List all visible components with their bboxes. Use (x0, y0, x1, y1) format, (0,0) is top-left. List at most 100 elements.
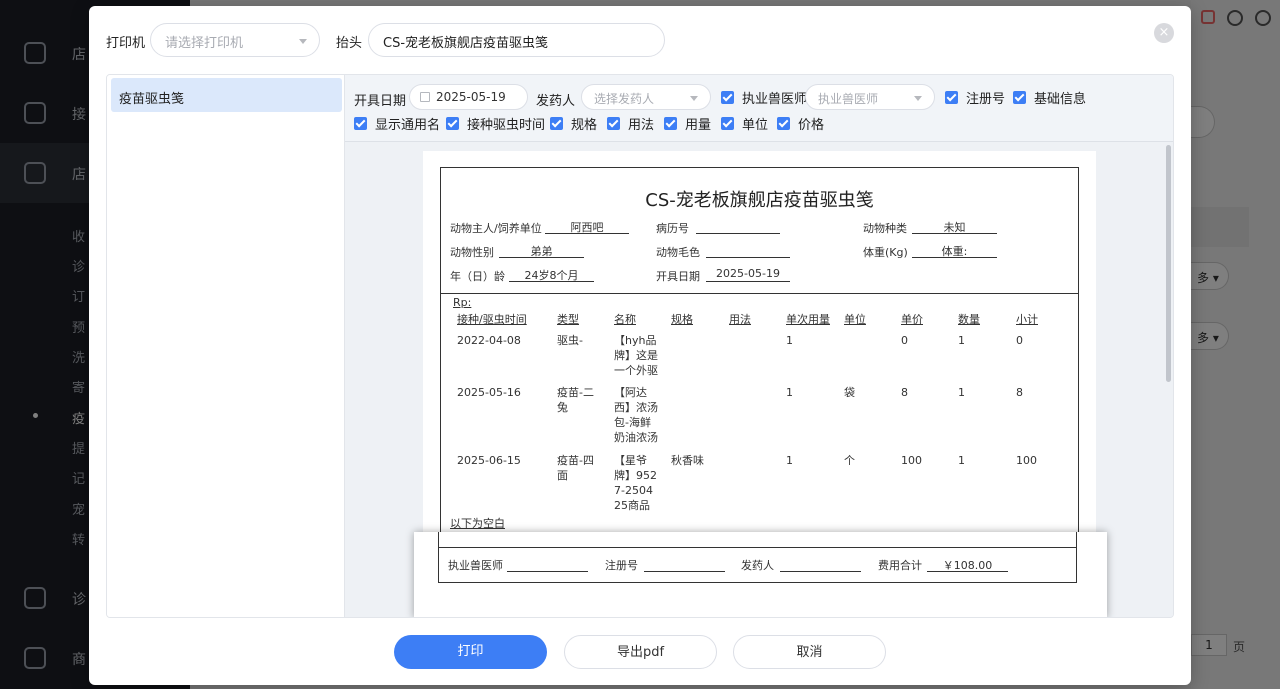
date-label: 开具日期 (656, 270, 700, 283)
footer-vet-label: 执业兽医师 (448, 559, 503, 572)
cell-name: 【星爷 (614, 454, 647, 467)
col-header: 规格 (671, 313, 693, 326)
record-label: 病历号 (656, 222, 689, 235)
basic-info-checkbox[interactable] (1013, 90, 1026, 104)
template-item[interactable]: 疫苗驱虫笺 (111, 78, 342, 112)
print-button[interactable]: 打印 (394, 635, 547, 669)
basic-info-option[interactable]: 基础信息 (1013, 84, 1086, 110)
vacc-time-checkbox[interactable] (446, 116, 459, 130)
reg-no-option-label: 注册号 (966, 91, 1006, 107)
show-generic-option-label: 显示通用名 (375, 117, 441, 133)
dialog-body: 疫苗驱虫笺 开具日期 2025-05-19 发药人 选择发药人 执业兽医师 执业… (106, 74, 1174, 618)
printer-placeholder: 请选择打印机 (165, 36, 244, 51)
usage-checkbox[interactable] (607, 116, 620, 130)
price-option-label: 价格 (798, 117, 825, 133)
col-header: 用法 (729, 313, 751, 326)
header-input[interactable]: CS-宠老板旗舰店疫苗驱虫笺 (368, 23, 665, 57)
usage-option-label: 用法 (628, 117, 655, 133)
footer-total-value: ￥108.00 (927, 557, 1008, 572)
sex-value: 弟弟 (499, 243, 584, 258)
weight-label: 体重(Kg) (863, 246, 908, 259)
spec-option-label: 规格 (571, 117, 598, 133)
cell-name: 牌】这是 (614, 349, 658, 362)
owner-value: 阿西吧 (545, 219, 629, 234)
footer-frame: 执业兽医师 注册号 发药人 费用合计 ￥108.00 (438, 532, 1077, 583)
usage-option[interactable]: 用法 (607, 110, 654, 136)
prescription-title: CS-宠老板旗舰店疫苗驱虫笺 (645, 190, 874, 211)
cell-type: 驱虫- (557, 334, 583, 347)
show-generic-option[interactable]: 显示通用名 (354, 110, 440, 136)
cell-name: 一个外驱 (614, 364, 658, 377)
cell-name: 【hyh品 (614, 334, 657, 347)
record-value (696, 219, 780, 234)
footer-total-label: 费用合计 (878, 559, 922, 572)
cell-name: 奶油浓汤 (614, 431, 658, 444)
unit-option[interactable]: 单位 (721, 110, 768, 136)
cell-name: 西】浓汤 (614, 401, 658, 414)
reg-no-option[interactable]: 注册号 (945, 84, 1005, 110)
col-header: 类型 (557, 313, 579, 326)
cell-time: 2022-04-08 (457, 334, 521, 347)
issue-date-input[interactable]: 2025-05-19 (409, 84, 528, 110)
date-value: 2025-05-19 (706, 267, 790, 282)
dosage-option[interactable]: 用量 (664, 110, 711, 136)
print-dialog: 打印机 请选择打印机 抬头 CS-宠老板旗舰店疫苗驱虫笺 × 疫苗驱虫笺 开具日… (89, 6, 1191, 685)
cell-type: 疫苗-四 (557, 454, 594, 467)
unit-checkbox[interactable] (721, 116, 734, 130)
weight-value: 体重: (912, 243, 997, 258)
species-label: 动物种类 (863, 222, 907, 235)
printer-select[interactable]: 请选择打印机 (150, 23, 320, 57)
cell-unit: 个 (844, 454, 855, 467)
vacc-time-option-label: 接种驱虫时间 (467, 117, 546, 133)
species-value: 未知 (912, 219, 997, 234)
price-option[interactable]: 价格 (777, 110, 824, 136)
spec-checkbox[interactable] (550, 116, 563, 130)
print-preview[interactable]: CS-宠老板旗舰店疫苗驱虫笺 动物主人/饲养单位 阿西吧 病历号 动物种类 未知… (345, 141, 1173, 617)
close-icon[interactable]: × (1154, 23, 1174, 43)
print-settings-panel: 开具日期 2025-05-19 发药人 选择发药人 执业兽医师 执业兽医师 注册… (345, 75, 1173, 617)
prescription-frame: CS-宠老板旗舰店疫苗驱虫笺 动物主人/饲养单位 阿西吧 病历号 动物种类 未知… (440, 167, 1079, 581)
footer-reg-label: 注册号 (605, 559, 638, 572)
show-generic-checkbox[interactable] (354, 116, 367, 130)
cell-name: 包-海鲜 (614, 416, 651, 429)
dosage-checkbox[interactable] (664, 116, 677, 130)
dispenser-select[interactable]: 选择发药人 (581, 84, 711, 110)
cell-time: 2025-05-16 (457, 386, 521, 399)
chevron-down-icon (690, 96, 698, 101)
vet-checkbox[interactable] (721, 90, 734, 104)
prescription-footer: 执业兽医师 注册号 发药人 费用合计 ￥108.00 (414, 532, 1107, 617)
cell-price: 8 (901, 386, 908, 399)
blank-note: 以下为空白 (450, 517, 505, 530)
vet-select[interactable]: 执业兽医师 (805, 84, 935, 110)
cell-dose: 1 (786, 454, 793, 467)
cancel-button[interactable]: 取消 (733, 635, 886, 669)
cell-price: 100 (901, 454, 922, 467)
issue-date-label: 开具日期 (354, 94, 407, 109)
export-pdf-button[interactable]: 导出pdf (564, 635, 717, 669)
coat-value (706, 243, 790, 258)
cell-type: 兔 (557, 401, 568, 414)
dispenser-label: 发药人 (536, 94, 576, 109)
sex-label: 动物性别 (450, 246, 494, 259)
vet-option-label: 执业兽医师 (742, 91, 808, 107)
preview-scrollbar[interactable] (1166, 145, 1171, 382)
cell-spec: 秋香味 (671, 454, 704, 467)
cell-price: 0 (901, 334, 908, 347)
header-divider (441, 293, 1078, 294)
price-checkbox[interactable] (777, 116, 790, 130)
cell-dose: 1 (786, 334, 793, 347)
cell-name: 7-2504 (614, 484, 653, 497)
footer-vet-value (507, 557, 588, 572)
footer-divider (439, 547, 1076, 548)
cell-subtotal: 100 (1016, 454, 1037, 467)
dispenser-placeholder: 选择发药人 (594, 92, 655, 106)
reg-no-checkbox[interactable] (945, 90, 958, 104)
vet-placeholder: 执业兽医师 (818, 92, 879, 106)
vet-option[interactable]: 执业兽医师 (721, 84, 807, 110)
chevron-down-icon (914, 96, 922, 101)
printer-label: 打印机 (106, 36, 146, 51)
vacc-time-option[interactable]: 接种驱虫时间 (446, 110, 545, 136)
age-label: 年（日）龄 (450, 270, 505, 283)
issue-date-value: 2025-05-19 (436, 90, 506, 104)
spec-option[interactable]: 规格 (550, 110, 597, 136)
